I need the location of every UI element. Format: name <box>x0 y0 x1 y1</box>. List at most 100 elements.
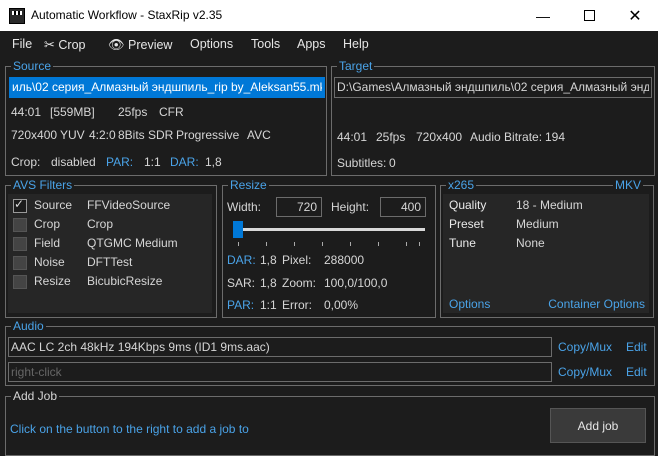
add-job-button[interactable]: Add job <box>550 408 646 443</box>
filter-name[interactable]: FFVideoSource <box>87 198 170 212</box>
slider-tick <box>406 242 407 246</box>
source-codec: AVC <box>247 128 271 142</box>
resize-height-label: Height: <box>331 200 370 214</box>
menu-help[interactable]: Help <box>343 37 369 51</box>
close-button[interactable]: ✕ <box>612 0 658 31</box>
menu-file[interactable]: File <box>12 37 32 51</box>
close-icon: ✕ <box>628 7 642 25</box>
encoder-option-value[interactable]: None <box>516 236 545 250</box>
filter-checkbox[interactable] <box>13 275 27 289</box>
encoder-option-key: Quality <box>449 198 487 212</box>
audio-track-2-placeholder: right-click <box>11 365 62 379</box>
audio-1-copy-mux[interactable]: Copy/Mux <box>558 340 612 354</box>
encoder-label[interactable]: x265 <box>446 177 477 193</box>
source-duration: 44:01 <box>11 105 42 119</box>
add-job-group: Add Job Click on the button to the right… <box>5 388 655 456</box>
target-path-field[interactable]: D:\Games\Алмазный эндшпиль\02 серия_Алма… <box>334 77 652 98</box>
resize-par-label[interactable]: PAR: <box>227 298 254 312</box>
audio-group: Audio AAC LC 2ch 48kHz 194Kbps 9ms (ID1 … <box>5 318 655 386</box>
clapperboard-icon <box>9 8 25 24</box>
source-crop-label: Crop: <box>11 155 41 169</box>
audio-track-1-field[interactable]: AAC LC 2ch 48kHz 194Kbps 9ms (ID1 9ms.aa… <box>8 337 552 357</box>
audio-2-edit[interactable]: Edit <box>626 365 647 379</box>
target-path: D:\Games\Алмазный эндшпиль\02 серия_Алма… <box>337 80 649 94</box>
source-par-label[interactable]: PAR: <box>106 155 133 169</box>
source-crop-value: disabled <box>51 155 96 169</box>
resize-label: Resize <box>228 177 269 193</box>
height-value: 400 <box>400 200 421 214</box>
audio-track-1: AAC LC 2ch 48kHz 194Kbps 9ms (ID1 9ms.aa… <box>11 340 270 354</box>
height-input[interactable]: 400 <box>380 197 426 217</box>
resize-dar: 1,8 <box>260 253 277 267</box>
filter-category: Resize <box>34 274 71 288</box>
maximize-icon <box>583 10 595 21</box>
menu-preview-label: Preview <box>128 38 173 52</box>
target-audio-bitrate: 194 <box>545 130 566 144</box>
source-dar-value: 1,8 <box>205 155 222 169</box>
audio-track-2-field[interactable]: right-click <box>8 362 552 382</box>
filter-category: Crop <box>34 217 61 231</box>
width-input[interactable]: 720 <box>276 197 322 217</box>
target-group: Target D:\Games\Алмазный эндшпиль\02 сер… <box>331 58 655 176</box>
window-title: Automatic Workflow - StaxRip v2.35 <box>31 8 223 22</box>
target-duration: 44:01 <box>337 130 368 144</box>
resize-group: Resize Width: 720 Height: 400 DAR: 1,8 P… <box>222 177 436 318</box>
target-fps: 25fps <box>376 130 406 144</box>
resize-slider-track[interactable] <box>233 228 425 231</box>
maximize-button[interactable] <box>566 0 612 31</box>
source-dar-label[interactable]: DAR: <box>170 155 199 169</box>
menu-apps[interactable]: Apps <box>297 37 326 51</box>
filter-name[interactable]: DFTTest <box>87 255 132 269</box>
resize-zoom: 100,0/100,0 <box>324 276 388 290</box>
resize-error: 0,00% <box>324 298 359 312</box>
add-job-hint: Click on the button to the right to add … <box>10 422 249 436</box>
slider-tick <box>378 242 379 246</box>
encoder-options-link[interactable]: Options <box>449 297 490 311</box>
filter-checkbox[interactable] <box>13 237 27 251</box>
filter-category: Source <box>34 198 73 212</box>
filter-checkbox[interactable] <box>13 197 27 213</box>
filter-category: Noise <box>34 255 65 269</box>
source-fps: 25fps <box>118 105 148 119</box>
width-value: 720 <box>296 200 317 214</box>
filter-name[interactable]: QTGMC Medium <box>87 236 178 250</box>
source-format: YUV <box>60 128 85 142</box>
container-label[interactable]: MKV <box>612 177 643 193</box>
add-job-label: Add Job <box>11 388 60 404</box>
resize-error-label: Error: <box>282 298 312 312</box>
minimize-button[interactable]: — <box>520 0 566 31</box>
menu-crop[interactable]: ✂ Crop <box>44 37 85 53</box>
slider-tick <box>266 242 267 246</box>
container-options-link[interactable]: Container Options <box>548 297 645 311</box>
target-subtitles-label: Subtitles: <box>337 156 387 170</box>
encoder-option-value[interactable]: Medium <box>516 217 559 231</box>
audio-label: Audio <box>11 318 46 334</box>
source-bits: 8Bits <box>118 128 145 142</box>
target-label: Target <box>337 58 375 74</box>
menu-bar <box>0 31 658 59</box>
source-resolution: 720x400 <box>11 128 58 142</box>
menu-tools[interactable]: Tools <box>251 37 280 51</box>
resize-sar: 1,8 <box>260 276 277 290</box>
filter-checkbox[interactable] <box>13 256 27 270</box>
encoder-group: x265 MKV Quality 18 - Medium Preset Medium T… <box>440 177 654 318</box>
source-path-field[interactable]: иль\02 серия_Алмазный эндшпиль_rip by_Al… <box>9 77 325 98</box>
filter-checkbox[interactable] <box>13 218 27 232</box>
resize-zoom-label: Zoom: <box>282 276 317 290</box>
source-label: Source <box>11 58 54 74</box>
resize-slider-thumb[interactable] <box>233 221 243 238</box>
resize-dar-label[interactable]: DAR: <box>227 253 256 267</box>
eye-icon: 👁 <box>108 37 125 52</box>
menu-options[interactable]: Options <box>190 37 233 51</box>
avs-filters-group: AVS Filters Source FFVideoSource Crop Crop F… <box>5 177 217 318</box>
filter-name[interactable]: BicubicResize <box>87 274 162 288</box>
source-par-value: 1:1 <box>144 155 161 169</box>
filter-name[interactable]: Crop <box>87 217 113 231</box>
scissors-icon: ✂ <box>44 37 55 52</box>
audio-1-edit[interactable]: Edit <box>626 340 647 354</box>
slider-tick <box>294 242 295 246</box>
menu-preview[interactable]: 👁 Preview <box>108 37 172 53</box>
audio-2-copy-mux[interactable]: Copy/Mux <box>558 365 612 379</box>
encoder-option-value[interactable]: 18 - Medium <box>516 198 583 212</box>
source-range: SDR <box>148 128 174 142</box>
